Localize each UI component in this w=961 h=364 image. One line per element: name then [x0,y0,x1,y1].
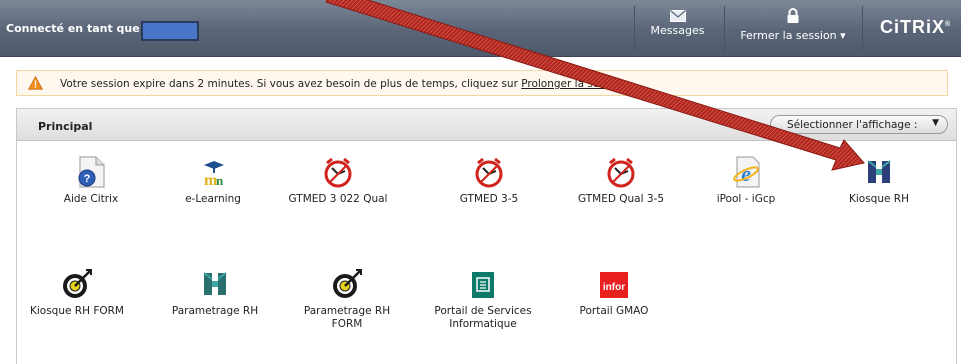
lock-icon [787,8,799,23]
target-arrow-icon [333,269,362,298]
logout-button[interactable]: Fermer la session ▾ [733,8,853,50]
app-ipool-igcp[interactable]: e iPool - iGcp [686,155,806,206]
app-label: GTMED Qual 3-5 [577,193,665,205]
app-e-learning[interactable]: m n e-Learning [153,155,273,206]
svg-text:infor: infor [603,282,625,293]
chevron-down-icon: ▾ [840,29,846,42]
infor-logo-icon: infor [600,272,628,298]
gtmed-clock-icon [324,157,352,188]
envelope-icon [669,10,686,22]
hr-building-icon [203,272,227,295]
internet-explorer-icon: e [733,156,760,188]
view-selector-label: Sélectionner l'affichage : [787,119,918,131]
app-label: GTMED 3-5 [459,193,519,205]
app-parametrage-rh[interactable]: Parametrage RH [155,267,275,318]
app-gtmed-3-5[interactable]: GTMED 3-5 [429,155,549,206]
divider [724,6,725,52]
svg-text:e: e [741,161,751,186]
svg-text:n: n [216,173,224,188]
app-portail-services-informatique[interactable]: Portail de Services Informatique [423,267,543,331]
alert-period: . [626,78,630,90]
gtmed-clock-icon [607,157,635,188]
extend-session-link[interactable]: Prolonger la session [521,78,626,90]
app-gtmed-3-022-qual[interactable]: GTMED 3 022 Qual [278,155,398,206]
alert-message: Votre session expire dans 2 minutes. Si … [60,78,522,90]
hr-building-icon [867,160,891,183]
app-label: Portail de Services Informatique [434,305,532,330]
logout-label: Fermer la session [740,29,837,42]
app-label: iPool - iGcp [716,193,776,205]
logged-in-label: Connecté en tant que [6,22,140,35]
divider [634,6,635,52]
panel-header: Principal Sélectionner l'affichage : ▼ [17,109,956,141]
portal-book-icon [472,272,494,298]
app-label: Parametrage RH [171,305,259,317]
warning-icon [28,76,43,90]
app-label: GTMED 3 022 Qual [288,193,388,205]
app-label: Kiosque RH [848,193,909,205]
app-aide-citrix[interactable]: ? Aide Citrix [31,155,151,206]
app-kiosque-rh-form[interactable]: Kiosque RH FORM [17,267,137,318]
e-learning-icon: m n [204,161,224,189]
target-arrow-icon [63,269,92,298]
app-label: Aide Citrix [63,193,119,205]
app-kiosque-rh[interactable]: Kiosque RH [819,155,939,206]
app-parametrage-rh-form[interactable]: Parametrage RH FORM [287,267,407,331]
divider [862,6,863,52]
svg-text:?: ? [84,173,91,185]
messages-button[interactable]: Messages [640,8,715,50]
top-bar: Connecté en tant que Messages Fermer la … [0,0,961,57]
app-label: Portail GMAO [579,305,649,317]
app-label: e-Learning [185,193,241,205]
chevron-down-icon: ▼ [932,118,939,128]
app-portail-gmao[interactable]: infor Portail GMAO [554,267,674,318]
redacted-username [141,21,199,41]
help-document-icon: ? [78,156,105,188]
gtmed-clock-icon [475,157,503,188]
panel-title: Principal [38,120,93,133]
view-selector-button[interactable]: Sélectionner l'affichage : ▼ [770,115,948,134]
messages-label: Messages [650,24,705,37]
citrix-logo: CiTRiX® [880,17,952,37]
session-expiry-alert: Votre session expire dans 2 minutes. Si … [16,70,948,96]
app-label: Parametrage RH FORM [303,305,391,330]
app-gtmed-qual-3-5[interactable]: GTMED Qual 3-5 [561,155,681,206]
app-label: Kiosque RH FORM [29,305,124,317]
